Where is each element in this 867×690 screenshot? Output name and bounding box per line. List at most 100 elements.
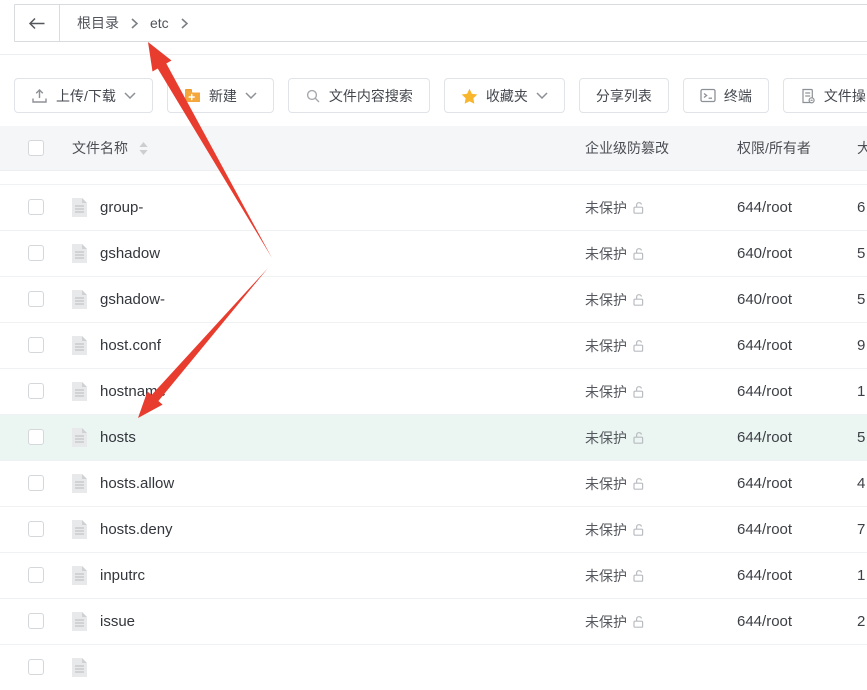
tamper-label: 未保护	[585, 198, 627, 218]
divider	[0, 54, 867, 55]
tamper-label: 未保护	[585, 382, 627, 402]
lock-open-icon	[632, 385, 646, 399]
permission-owner: 640/root	[737, 277, 792, 322]
file-icon	[70, 197, 89, 223]
file-toolbar: 上传/下载新建 文件内容搜索 收藏夹 分享列表 终端文件操	[14, 78, 867, 113]
breadcrumb-item-etc[interactable]: etc	[150, 15, 169, 31]
file-size: 5	[857, 231, 865, 276]
toolbar-button-上传/下载[interactable]: 上传/下载	[14, 78, 153, 113]
tamper-label: 未保护	[585, 336, 627, 356]
breadcrumb-item-根目录[interactable]: 根目录	[77, 13, 119, 33]
row-checkbox[interactable]	[28, 521, 44, 537]
toolbar-button-终端[interactable]: 终端	[683, 78, 769, 113]
file-name[interactable]: group-	[100, 185, 143, 230]
file-row-host.conf[interactable]: host.conf未保护644/root9	[0, 322, 867, 368]
permission-owner: 644/root	[737, 185, 792, 230]
toolbar-button-label: 文件内容搜索	[329, 86, 413, 106]
permission-owner: 640/root	[737, 231, 792, 276]
column-header-filename[interactable]: 文件名称	[72, 126, 128, 170]
arrow-left-icon	[28, 17, 46, 30]
file-name[interactable]: hostname	[100, 369, 166, 414]
file-icon	[70, 565, 89, 591]
chevron-right-icon	[131, 18, 138, 29]
tamper-label: 未保护	[585, 566, 627, 586]
file-row-issue[interactable]: issue未保护644/root2	[0, 598, 867, 644]
file-icon	[70, 611, 89, 637]
folder-plus-icon	[184, 88, 201, 103]
file-row-hosts[interactable]: hosts未保护644/root5	[0, 414, 867, 460]
back-button[interactable]	[15, 5, 60, 41]
permission-owner: 644/root	[737, 461, 792, 506]
lock-open-icon	[632, 431, 646, 445]
chevron-down-icon	[124, 92, 136, 99]
file-row-gshadow[interactable]: gshadow 未保护 640/root 5	[0, 230, 867, 276]
file-name[interactable]: hosts	[100, 415, 136, 460]
permission-owner: 644/root	[737, 553, 792, 598]
file-row-group-[interactable]: group-未保护644/root6	[0, 184, 867, 230]
row-checkbox[interactable]	[28, 613, 44, 629]
tamper-status[interactable]: 未保护	[585, 461, 646, 506]
row-checkbox[interactable]	[28, 245, 44, 261]
toolbar-button-label: 收藏夹	[486, 86, 528, 106]
file-row-hostname[interactable]: hostname未保护644/root1	[0, 368, 867, 414]
permission-owner: 644/root	[737, 599, 792, 644]
file-name[interactable]: issue	[100, 599, 135, 644]
file-row-partial[interactable]	[0, 644, 867, 690]
chevron-down-icon	[536, 92, 548, 99]
file-icon	[70, 519, 89, 545]
toolbar-button-label: 分享列表	[596, 86, 652, 106]
select-all-checkbox[interactable]	[28, 140, 44, 156]
file-size: 7	[857, 507, 865, 552]
file-row-hosts.allow[interactable]: hosts.allow 未保护 644/root 4	[0, 460, 867, 506]
file-list: group-未保护644/root6gshadow未保护640/root5gsh…	[0, 184, 867, 690]
search-icon	[305, 88, 321, 104]
file-size: 5	[857, 415, 865, 460]
file-name[interactable]: hosts.allow	[100, 461, 174, 506]
file-row-hosts.deny[interactable]: hosts.deny 未保护 644/root 7	[0, 506, 867, 552]
star-icon	[461, 88, 478, 104]
tamper-status[interactable]: 未保护	[585, 599, 646, 644]
file-name[interactable]: inputrc	[100, 553, 145, 598]
upload-icon	[31, 88, 48, 104]
file-icon	[70, 381, 89, 407]
file-row-gshadow-[interactable]: gshadow-未保护640/root5	[0, 276, 867, 322]
terminal-icon	[700, 88, 716, 103]
filedoc-icon	[800, 88, 816, 104]
toolbar-button-新建[interactable]: 新建	[167, 78, 274, 113]
row-checkbox[interactable]	[28, 199, 44, 215]
toolbar-button-文件操[interactable]: 文件操	[783, 78, 867, 113]
toolbar-button-分享列表[interactable]: 分享列表	[579, 78, 669, 113]
toolbar-button-收藏夹[interactable]: 收藏夹	[444, 78, 565, 113]
file-row-inputrc[interactable]: inputrc未保护644/root1	[0, 552, 867, 598]
row-checkbox[interactable]	[28, 659, 44, 675]
lock-open-icon	[632, 569, 646, 583]
row-checkbox[interactable]	[28, 475, 44, 491]
tamper-status[interactable]: 未保护	[585, 369, 646, 414]
tamper-status[interactable]: 未保护	[585, 507, 646, 552]
row-checkbox[interactable]	[28, 291, 44, 307]
tamper-status[interactable]: 未保护	[585, 415, 646, 460]
tamper-status[interactable]: 未保护	[585, 185, 646, 230]
tamper-status[interactable]: 未保护	[585, 231, 646, 276]
file-name[interactable]: gshadow-	[100, 277, 165, 322]
row-checkbox[interactable]	[28, 429, 44, 445]
toolbar-button-文件内容搜索[interactable]: 文件内容搜索	[288, 78, 430, 113]
tamper-label: 未保护	[585, 520, 627, 540]
tamper-label: 未保护	[585, 244, 627, 264]
sort-icon[interactable]	[139, 142, 148, 158]
breadcrumb: 根目录 etc	[60, 5, 188, 41]
file-name[interactable]: host.conf	[100, 323, 161, 368]
tamper-status[interactable]: 未保护	[585, 323, 646, 368]
row-checkbox[interactable]	[28, 383, 44, 399]
lock-open-icon	[632, 201, 646, 215]
tamper-status[interactable]: 未保护	[585, 553, 646, 598]
file-size: 4	[857, 461, 865, 506]
file-icon	[70, 335, 89, 361]
lock-open-icon	[632, 523, 646, 537]
permission-owner: 644/root	[737, 507, 792, 552]
tamper-status[interactable]: 未保护	[585, 277, 646, 322]
row-checkbox[interactable]	[28, 567, 44, 583]
file-name[interactable]: hosts.deny	[100, 507, 173, 552]
row-checkbox[interactable]	[28, 337, 44, 353]
file-name[interactable]: gshadow	[100, 231, 160, 276]
